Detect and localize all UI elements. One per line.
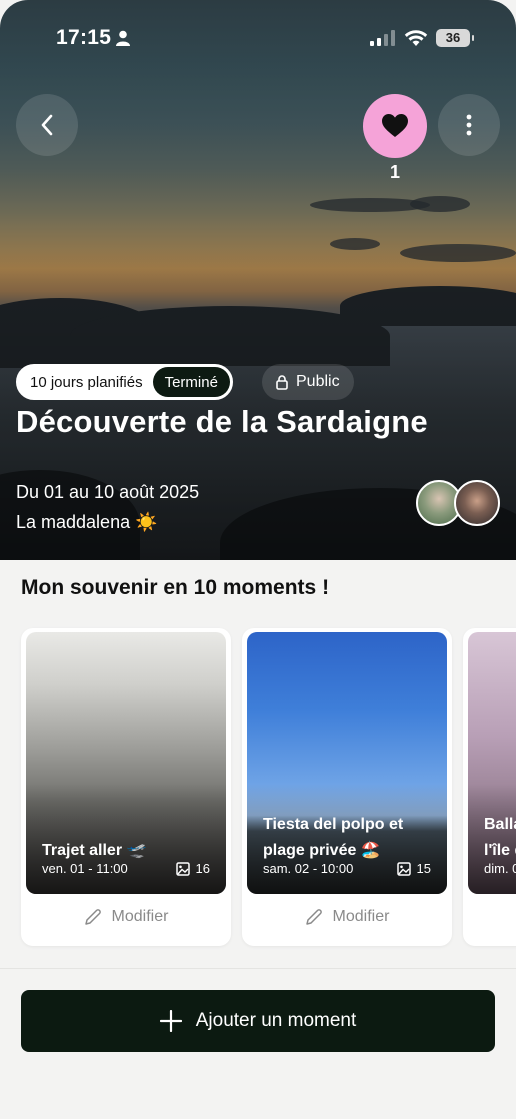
visibility-badge[interactable]: Public	[262, 364, 354, 400]
status-time: 17:15	[56, 26, 112, 49]
moment-card[interactable]: Tiesta del polpo et plage privée 🏖️ sam.…	[242, 628, 452, 946]
add-moment-label: Ajouter un moment	[195, 1010, 357, 1031]
add-moment-button[interactable]: Ajouter un moment	[21, 990, 495, 1052]
wifi-icon	[404, 30, 428, 46]
pencil-icon	[84, 909, 101, 925]
moment-date: ven. 01 - 11:00	[42, 861, 128, 876]
more-options-button[interactable]	[438, 94, 500, 156]
more-vertical-icon	[466, 114, 472, 136]
edit-moment-button[interactable]: Modifier	[242, 908, 452, 926]
battery-indicator: 36	[436, 29, 474, 47]
moment-photo[interactable]: Trajet aller 🛫 ven. 01 - 11:00 16	[26, 632, 226, 894]
photo-count-value: 16	[195, 861, 210, 876]
moment-card[interactable]: Balla l'île d dim. 0	[463, 628, 516, 946]
photo-count-value: 15	[416, 861, 431, 876]
avatar[interactable]	[454, 480, 500, 526]
moment-date: dim. 0	[484, 861, 516, 876]
image-icon	[175, 861, 190, 876]
trip-title: Découverte de la Sardaigne	[16, 404, 428, 439]
moment-photo[interactable]: Tiesta del polpo et plage privée 🏖️ sam.…	[247, 632, 447, 894]
plus-icon	[159, 1010, 182, 1032]
pencil-icon	[305, 909, 322, 925]
moments-section-title: Mon souvenir en 10 moments !	[21, 576, 330, 599]
moment-title-line1: Balla	[484, 816, 516, 833]
person-icon	[116, 30, 130, 46]
trip-dates: Du 01 au 10 août 2025	[16, 482, 200, 502]
signal-icon	[370, 30, 395, 46]
like-button[interactable]	[363, 94, 427, 158]
status-badge: Terminé	[152, 367, 230, 397]
chevron-left-icon	[41, 114, 53, 136]
trip-status-badges: 10 jours planifiés Terminé	[16, 364, 233, 400]
edit-label: Modifier	[332, 908, 390, 925]
moment-photo-count: 16	[175, 861, 210, 876]
image-icon	[396, 861, 411, 876]
screen: 17:15 36 1 10 jours planifiés Terminé Pu…	[0, 0, 516, 1119]
moment-photo-count: 15	[396, 861, 431, 876]
moment-photo[interactable]: Balla l'île d dim. 0	[468, 632, 516, 894]
planned-days-badge: 10 jours planifiés	[30, 373, 143, 391]
visibility-label: Public	[296, 373, 340, 390]
trip-cover-image: 17:15 36 1 10 jours planifiés Terminé Pu…	[0, 0, 516, 560]
moment-title-line1: Tiesta del polpo et	[263, 816, 404, 833]
moment-card[interactable]: Trajet aller 🛫 ven. 01 - 11:00 16 Modifi…	[21, 628, 231, 946]
edit-moment-button[interactable]: Modifier	[21, 908, 231, 926]
moment-date: sam. 02 - 10:00	[263, 861, 354, 876]
back-button[interactable]	[16, 94, 78, 156]
trip-place: La maddalena ☀️	[16, 512, 158, 532]
edit-label: Modifier	[111, 908, 169, 925]
heart-icon	[382, 114, 408, 137]
lock-icon	[276, 374, 288, 390]
like-count: 1	[389, 162, 400, 182]
